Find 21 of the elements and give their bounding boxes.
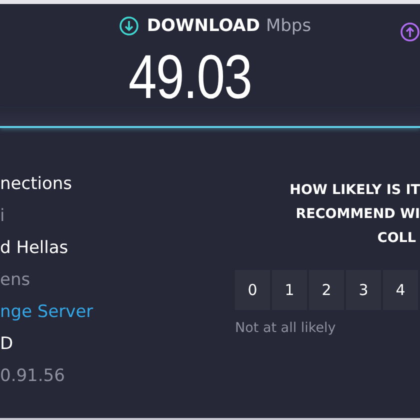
scale-label: Not at all likely xyxy=(235,320,336,336)
download-label: DOWNLOAD xyxy=(146,16,260,36)
survey-question: HOW LIKELY IS IT xyxy=(290,181,420,200)
info-detail: ens xyxy=(0,269,30,292)
survey-question: RECOMMEND WI xyxy=(296,205,420,224)
download-speed: 49.03 xyxy=(128,48,252,108)
score-button[interactable]: 0 xyxy=(235,270,270,310)
info-detail: 0.91.56 xyxy=(0,365,65,388)
info-title: d Hellas xyxy=(0,237,68,260)
info-detail: i xyxy=(0,205,5,228)
score-button[interactable]: 3 xyxy=(346,270,381,310)
score-button[interactable]: 1 xyxy=(272,270,307,310)
upload-icon xyxy=(400,22,420,42)
score-button[interactable]: 2 xyxy=(309,270,344,310)
info-title: nections xyxy=(0,173,72,196)
change-server-link[interactable]: nge Server xyxy=(0,300,94,324)
unit-label: Mbps xyxy=(266,16,312,36)
survey-question: COLL xyxy=(377,229,416,248)
score-button[interactable]: 4 xyxy=(383,270,418,310)
download-icon xyxy=(118,16,139,36)
info-title: D xyxy=(0,333,14,356)
